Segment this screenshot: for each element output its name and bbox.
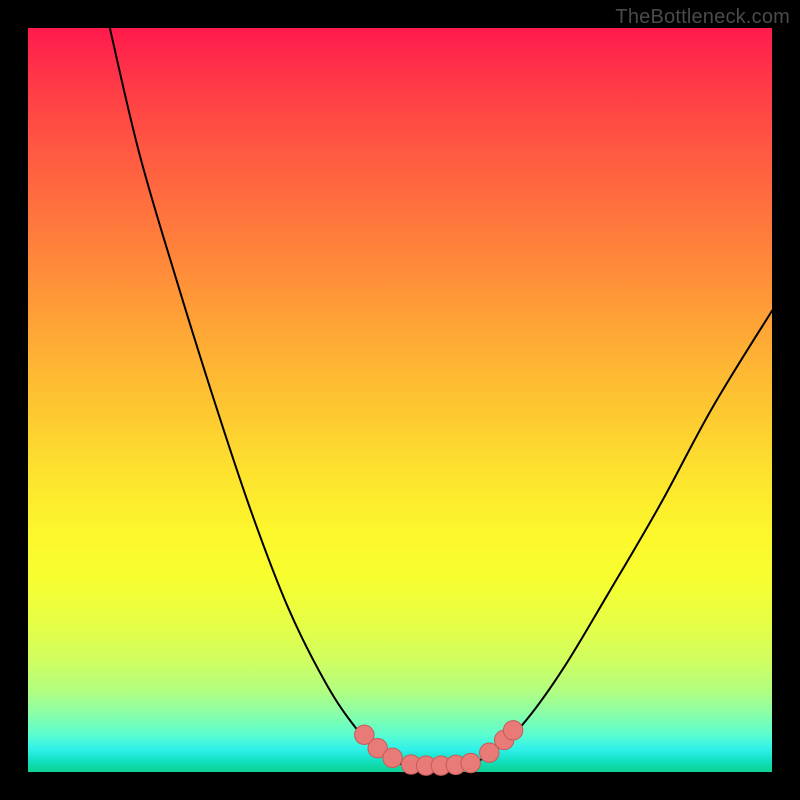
bottleneck-curve [110, 28, 772, 766]
plot-area [28, 28, 772, 772]
valley-marker [383, 748, 402, 767]
marker-group [355, 721, 523, 776]
curve-layer [28, 28, 772, 772]
chart-frame: TheBottleneck.com [0, 0, 800, 800]
valley-marker [503, 721, 522, 740]
series-group [110, 28, 772, 766]
watermark-text: TheBottleneck.com [615, 6, 790, 29]
valley-marker [461, 753, 480, 772]
